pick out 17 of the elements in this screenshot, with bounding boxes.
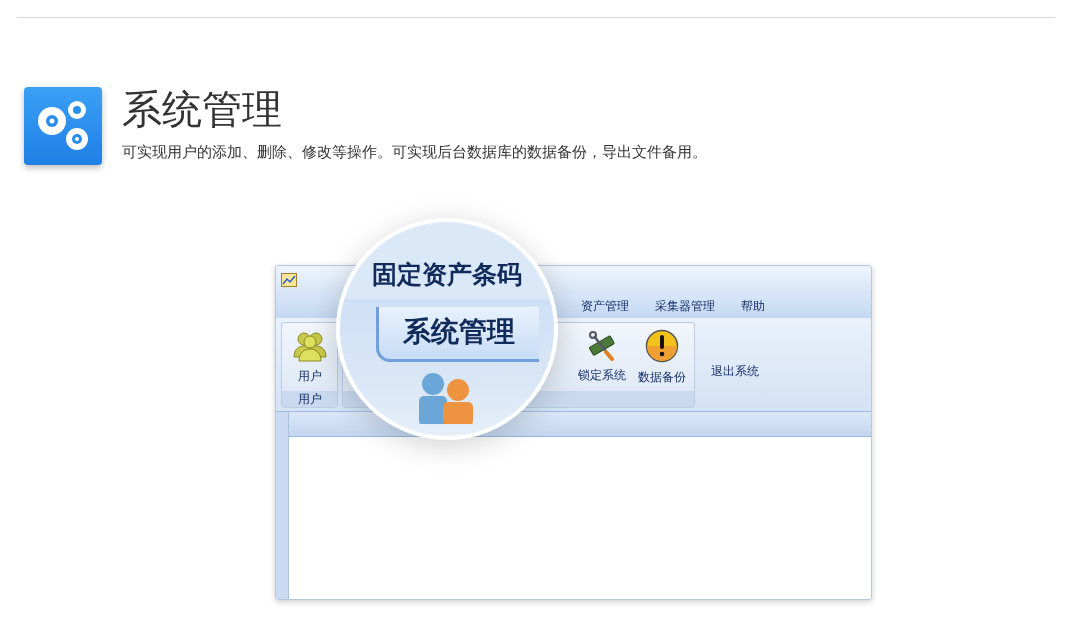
page-title: 系统管理	[122, 87, 283, 131]
tools-icon	[586, 330, 618, 361]
users-icon	[292, 329, 327, 362]
exit-button[interactable]: 退出系统	[705, 362, 765, 381]
menu-tab[interactable]: 资产管理	[568, 295, 642, 317]
menu-tab[interactable]: 采集器管理	[642, 295, 728, 317]
menu-tab[interactable]: 帮助	[728, 295, 778, 317]
ribbon-button[interactable]: 锁定系统	[576, 325, 628, 389]
system-tab[interactable]: 系统管理	[375, 307, 539, 362]
app-title: 固定资产条码	[372, 259, 522, 291]
gears-icon	[24, 87, 102, 165]
warning-icon	[645, 328, 679, 363]
group-label: 用户	[282, 391, 337, 407]
chart-icon	[281, 273, 297, 287]
ribbon-button[interactable]: 用户	[290, 325, 329, 389]
ribbon-button[interactable]: 数据备份	[636, 325, 688, 389]
page-description: 可实现用户的添加、删除、修改等操作。可实现后台数据库的数据备份，导出文件备用。	[122, 143, 707, 162]
